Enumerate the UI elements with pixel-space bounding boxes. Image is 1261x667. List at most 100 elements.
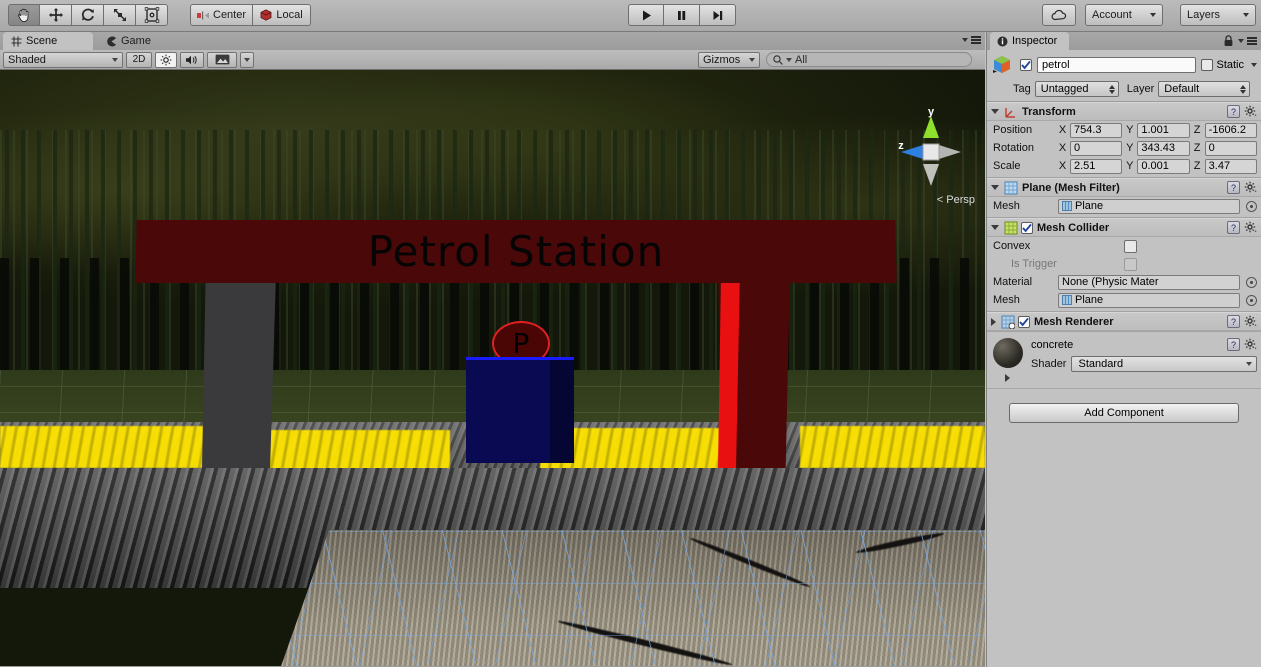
- material-label: Material: [993, 276, 1033, 288]
- physic-material-picker-button[interactable]: [1246, 276, 1257, 288]
- position-y-input[interactable]: 1.001: [1137, 122, 1190, 138]
- gear-icon[interactable]: [1244, 181, 1257, 194]
- shader-dropdown[interactable]: Standard: [1071, 356, 1257, 372]
- search-icon: [773, 54, 783, 65]
- rotate-tool-button[interactable]: [72, 4, 104, 26]
- layer-dropdown[interactable]: Default: [1158, 81, 1251, 97]
- toggle-audio-button[interactable]: [180, 51, 204, 68]
- step-button[interactable]: [700, 4, 736, 26]
- mesh-renderer-enabled-checkbox[interactable]: [1018, 315, 1030, 328]
- info-icon: [997, 36, 1008, 46]
- scale-tool-button[interactable]: [104, 4, 136, 26]
- inspector-menu-button[interactable]: [1238, 37, 1257, 45]
- tab-scene[interactable]: Scene: [3, 32, 93, 50]
- mesh-renderer-title: Mesh Renderer: [1034, 315, 1114, 328]
- layers-dropdown[interactable]: Layers: [1180, 4, 1256, 26]
- chevron-down-icon: [1150, 13, 1156, 17]
- pivot-mode-button[interactable]: Center: [190, 4, 254, 26]
- gear-icon[interactable]: [1244, 105, 1257, 118]
- collider-mesh-row: Mesh Plane: [987, 291, 1261, 309]
- space-mode-button[interactable]: Local: [253, 4, 312, 26]
- add-component-button[interactable]: Add Component: [1009, 403, 1239, 423]
- gameobject-enabled-checkbox[interactable]: [1020, 59, 1032, 71]
- help-icon[interactable]: ?: [1227, 338, 1240, 351]
- toggle-effects-button[interactable]: [207, 51, 237, 68]
- gear-icon[interactable]: [1244, 315, 1257, 328]
- rotation-y-input[interactable]: 343.43: [1137, 140, 1190, 156]
- foldout-icon[interactable]: [991, 317, 996, 326]
- station-canopy[interactable]: Petrol Station: [135, 220, 897, 284]
- cloud-icon: [1051, 9, 1067, 21]
- scene-projection-label[interactable]: < Persp: [937, 194, 975, 206]
- pause-button[interactable]: [664, 4, 700, 26]
- axis-x-label: X: [1058, 160, 1067, 172]
- foldout-icon[interactable]: [991, 225, 999, 230]
- gear-icon[interactable]: [1244, 221, 1257, 234]
- scene-search-input[interactable]: All: [766, 52, 972, 67]
- help-icon[interactable]: ?: [1227, 315, 1240, 328]
- convex-checkbox[interactable]: [1124, 239, 1137, 253]
- axis-z-label: Z: [1193, 142, 1201, 154]
- rect-transform-tool-button[interactable]: [136, 4, 168, 26]
- physic-material-object-field[interactable]: None (Physic Mater: [1058, 274, 1240, 290]
- scale-x-input[interactable]: 2.51: [1070, 158, 1123, 174]
- effects-dropdown-button[interactable]: [240, 51, 254, 68]
- inspector-panel: Inspector petrol Static Tag Untagged Lay…: [986, 32, 1261, 667]
- gameobject-name-input[interactable]: petrol: [1037, 57, 1197, 73]
- gizmos-dropdown[interactable]: Gizmos: [698, 51, 760, 68]
- position-x-input[interactable]: 754.3: [1070, 122, 1123, 138]
- toggle-lighting-button[interactable]: [155, 51, 177, 68]
- scene-panel-menu-button[interactable]: [962, 36, 981, 44]
- rotation-z-input[interactable]: 0: [1204, 140, 1257, 156]
- collider-mesh-object-field[interactable]: Plane: [1058, 292, 1240, 308]
- static-checkbox[interactable]: [1201, 59, 1214, 71]
- tab-inspector[interactable]: Inspector: [990, 32, 1070, 50]
- scene-orientation-gizmo[interactable]: y z: [895, 106, 967, 194]
- move-tool-button[interactable]: [40, 4, 72, 26]
- scene-grid-icon: [11, 36, 22, 46]
- hand-tool-button[interactable]: [8, 4, 40, 26]
- transform-header[interactable]: Transform ?: [987, 102, 1261, 121]
- collider-mesh-picker-button[interactable]: [1246, 294, 1257, 306]
- scene-viewport[interactable]: Petrol Station C P y z: [0, 70, 985, 666]
- play-button[interactable]: [628, 4, 664, 26]
- foldout-icon[interactable]: [991, 109, 999, 114]
- axis-z-label: Z: [1193, 160, 1201, 172]
- transform-icon: [1005, 107, 1015, 118]
- static-dropdown-icon[interactable]: [1251, 63, 1257, 67]
- road-marking-yellow: [0, 426, 220, 468]
- component-mesh-filter: Plane (Mesh Filter) ? Mesh Plane: [987, 178, 1261, 218]
- position-z-input[interactable]: -1606.2: [1204, 122, 1257, 138]
- scale-z-input[interactable]: 3.47: [1204, 158, 1257, 174]
- draw-mode-dropdown[interactable]: Shaded: [3, 51, 123, 68]
- material-foldout-icon[interactable]: [1005, 374, 1010, 382]
- account-dropdown[interactable]: Account: [1085, 4, 1163, 26]
- playback-controls: [628, 4, 736, 26]
- help-icon[interactable]: ?: [1227, 181, 1240, 194]
- tag-dropdown[interactable]: Untagged: [1034, 81, 1119, 97]
- foldout-icon[interactable]: [991, 185, 999, 190]
- chevron-down-icon: [962, 37, 968, 42]
- tab-game[interactable]: Game: [98, 32, 168, 50]
- mesh-renderer-header[interactable]: Mesh Renderer ?: [987, 312, 1261, 331]
- component-transform: Transform ? Position X 754.3 Y 1.001 Z -…: [987, 102, 1261, 178]
- collab-button[interactable]: [1042, 4, 1076, 26]
- main-toolbar: Center Local Account Layers: [0, 0, 1261, 32]
- fuel-pump-box[interactable]: [466, 357, 574, 463]
- transform-tools-group: [8, 4, 168, 26]
- help-icon[interactable]: ?: [1227, 221, 1240, 234]
- toggle-2d-button[interactable]: 2D: [126, 51, 152, 68]
- mesh-collider-header[interactable]: Mesh Collider ?: [987, 218, 1261, 237]
- mesh-picker-button[interactable]: [1246, 200, 1257, 212]
- mesh-collider-enabled-checkbox[interactable]: [1021, 221, 1033, 234]
- left-pillar[interactable]: [202, 275, 276, 468]
- transform-rotation-row: Rotation X 0 Y 343.43 Z 0: [987, 139, 1261, 157]
- gizmo-z-axis: z: [898, 140, 923, 159]
- scale-y-input[interactable]: 0.001: [1137, 158, 1190, 174]
- mesh-filter-header[interactable]: Plane (Mesh Filter) ?: [987, 178, 1261, 197]
- mesh-object-field[interactable]: Plane: [1058, 198, 1240, 214]
- help-icon[interactable]: ?: [1227, 105, 1240, 118]
- gear-icon[interactable]: [1244, 338, 1257, 351]
- chevron-down-icon: [1246, 362, 1252, 366]
- rotation-x-input[interactable]: 0: [1070, 140, 1123, 156]
